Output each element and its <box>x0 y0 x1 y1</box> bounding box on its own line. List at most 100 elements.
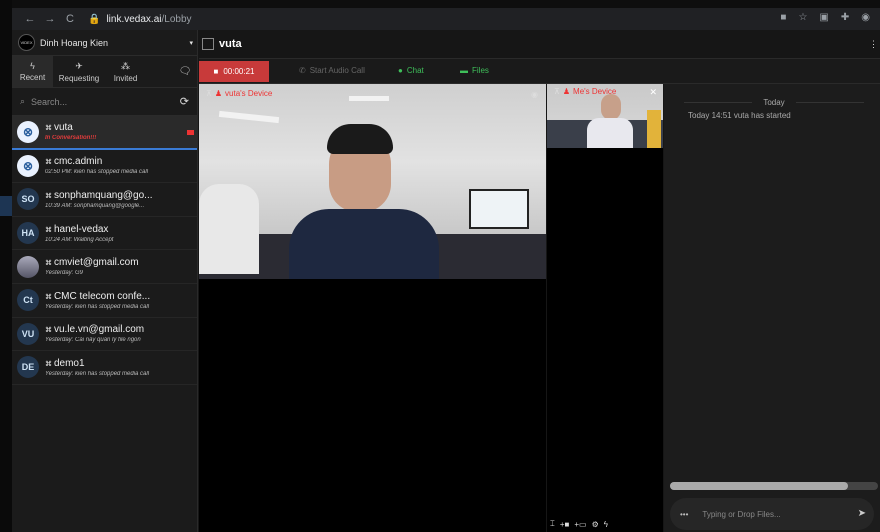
list-item[interactable]: HA ⌘ hanel-vedax 10:24 AM: Waiting Accept <box>12 217 197 251</box>
extension-puzzle-icon[interactable]: ✚ <box>841 12 849 23</box>
conversation-type-icon: ⌘ <box>45 327 54 335</box>
pin-icon: ⊼ <box>554 87 560 96</box>
chat-button[interactable]: ● Chat <box>398 66 424 75</box>
conversation-name-text: demo1 <box>53 357 85 369</box>
list-item[interactable]: ⌘ cmviet@gmail.com Yesterday: G9 <box>12 250 197 284</box>
files-button[interactable]: ▬ Files <box>460 66 489 75</box>
list-item[interactable]: VU ⌘ vu.le.vn@gmail.com Yesterday: Cái này… <box>12 318 197 352</box>
list-item[interactable]: SO ⌘ sonphamquang@go... 10:39 AM: sonphamq… <box>12 183 197 217</box>
settings-icon[interactable]: ⚙ <box>592 520 599 529</box>
conversation-text: ⌘ demo1 Yesterday: kien has stopped media… <box>45 358 185 377</box>
tab-recent[interactable]: ϟ Recent <box>12 56 53 87</box>
conversation-type-icon: ⌘ <box>45 293 54 301</box>
extension-icon[interactable]: ▣ <box>819 12 828 23</box>
chat-label: Chat <box>406 66 424 75</box>
refresh-icon[interactable]: ⟳ <box>180 95 189 108</box>
chat-icon: ● <box>398 66 403 75</box>
send-icon: ✈ <box>75 60 83 71</box>
conversation-name: ⌘ sonphamquang@go... <box>45 190 185 201</box>
conversation-type-icon: ⌘ <box>45 192 54 200</box>
search-bar[interactable]: ⌕ Search... ⟳ <box>12 88 197 116</box>
desktop-edge <box>0 0 12 532</box>
conversation-last-message: Yesterday: Cái này quản lý file ngon <box>45 337 141 344</box>
back-icon[interactable]: ← <box>20 13 40 25</box>
user-icon: ♟ <box>562 87 571 96</box>
avatar: SO <box>17 188 39 211</box>
device-label: vuta's Device <box>225 89 273 98</box>
add-camera-icon[interactable]: +■ <box>560 520 570 529</box>
start-audio-button[interactable]: ✆ Start Audio Call <box>299 66 365 75</box>
close-icon[interactable]: ✕ <box>649 87 657 98</box>
url-path: /Lobby <box>161 13 192 25</box>
conversation-last-message: In Conversation!!! <box>45 135 97 142</box>
message-input[interactable]: ••• Typing or Drop Files... ➤ <box>670 498 874 530</box>
conversation-sidebar: VIDEX Dinh Hoang Kien ▾ ϟ Recent ✈ Request… <box>12 30 198 532</box>
user-icon: ♟ <box>214 89 223 98</box>
avatar: ⊗ <box>17 154 39 177</box>
send-icon[interactable]: ➤ <box>858 508 866 519</box>
browser-toolbar: ← → C 🔒 link.vedax.ai/Lobby ■ ☆ ▣ ✚ ◉ <box>12 8 880 30</box>
message-placeholder: Typing or Drop Files... <box>702 509 781 519</box>
conversation-name: ⌘ vuta <box>45 122 185 133</box>
conversation-name: ⌘ hanel-vedax <box>45 224 185 235</box>
lock-icon: 🔒 <box>88 13 101 25</box>
avatar: HA <box>17 222 39 245</box>
tab-requesting[interactable]: ✈ Requesting <box>53 56 105 87</box>
tab-invited[interactable]: ⁂ Invited <box>105 56 146 87</box>
search-icon: ⌕ <box>20 96 26 106</box>
chat-scrollbar[interactable] <box>670 482 878 490</box>
more-icon[interactable]: ••• <box>680 510 688 519</box>
lightning-icon[interactable]: ϟ <box>604 520 608 529</box>
conversation-name: ⌘ cmc.admin <box>45 156 185 167</box>
profile-icon[interactable]: ◉ <box>861 12 870 23</box>
avatar <box>17 255 39 278</box>
tab-label: Invited <box>113 73 138 83</box>
remote-video[interactable]: ⊼ ♟ vuta's Device ◉ <box>199 84 546 279</box>
conversation-last-message: 10:39 AM: sonphamquang@google... <box>45 202 145 209</box>
device-label: Me's Device <box>573 87 617 96</box>
self-video-stage: ⊼ ♟ Me's Device ✕ ⌶ +■ +▭ ⚙ ϟ <box>547 84 663 532</box>
reload-icon[interactable]: C <box>60 13 80 25</box>
avatar: VU <box>17 322 39 345</box>
conversation-name-text: cmc.admin <box>53 156 103 168</box>
tab-label: Recent <box>19 73 46 82</box>
current-user[interactable]: VIDEX Dinh Hoang Kien ▾ <box>12 30 197 56</box>
conversation-name-text: hanel-vedax <box>53 223 109 235</box>
camera-icon[interactable]: ■ <box>780 12 786 23</box>
list-item[interactable]: Ct ⌘ CMC telecom confe... Yesterday: kien … <box>12 284 197 318</box>
share-screen-icon[interactable]: +▭ <box>574 520 586 529</box>
conversation-type-icon: ⌘ <box>45 360 54 368</box>
tab-bar: ϟ Recent ✈ Requesting ⁂ Invited 🗨 <box>12 56 197 88</box>
self-video[interactable]: ⊼ ♟ Me's Device ✕ <box>547 84 663 148</box>
forward-icon[interactable]: → <box>40 13 60 25</box>
conversation-last-message: 02:50 PM: kien has stopped media call <box>45 169 149 176</box>
menu-icon[interactable]: ⋮ <box>869 39 878 50</box>
address-bar[interactable]: 🔒 link.vedax.ai/Lobby <box>88 14 192 25</box>
list-item[interactable]: DE ⌘ demo1 Yesterday: kien has stopped med… <box>12 351 197 385</box>
list-item[interactable]: ⊗ ⌘ vuta In Conversation!!! <box>12 116 197 150</box>
chevron-down-icon[interactable]: ▾ <box>189 39 193 47</box>
conversation-text: ⌘ cmc.admin 02:50 PM: kien has stopped me… <box>45 156 185 175</box>
browser-window: ← → C 🔒 link.vedax.ai/Lobby ■ ☆ ▣ ✚ ◉ VI… <box>12 8 880 532</box>
list-item[interactable]: ⊗ ⌘ cmc.admin 02:50 PM: kien has stopped m… <box>12 150 197 184</box>
eye-icon[interactable]: ◉ <box>531 90 538 99</box>
call-timer-button[interactable]: ■ 00:00:21 <box>199 61 269 82</box>
avatar: Ct <box>17 289 39 312</box>
conversation-header: vuta ⋮ <box>199 30 880 58</box>
conversation-text: ⌘ vuta In Conversation!!! <box>45 122 185 141</box>
files-label: Files <box>472 66 489 75</box>
call-action-bar: ■ 00:00:21 ✆ Start Audio Call ● Chat ▬ Files <box>199 58 880 84</box>
conversation-title: vuta <box>219 38 242 50</box>
bookmark-star-icon[interactable]: ☆ <box>798 12 807 23</box>
conversation-list: ⊗ ⌘ vuta In Conversation!!! ⊗ ⌘ cmc.admin 02:… <box>12 116 197 385</box>
conversation-name: ⌘ CMC telecom confe... <box>45 291 185 302</box>
app-logo: VIDEX <box>18 34 35 51</box>
pin-icon: ⊼ <box>206 89 212 98</box>
new-chat-icon[interactable]: 🗨 <box>173 56 197 87</box>
conversation-type-icon: ⌘ <box>45 125 54 133</box>
conversation-name: ⌘ demo1 <box>45 358 185 369</box>
pin-icon[interactable]: ⌶ <box>550 519 555 529</box>
search-input[interactable]: Search... <box>31 97 67 107</box>
video-call-icon <box>187 130 194 135</box>
start-audio-label: Start Audio Call <box>309 66 365 75</box>
